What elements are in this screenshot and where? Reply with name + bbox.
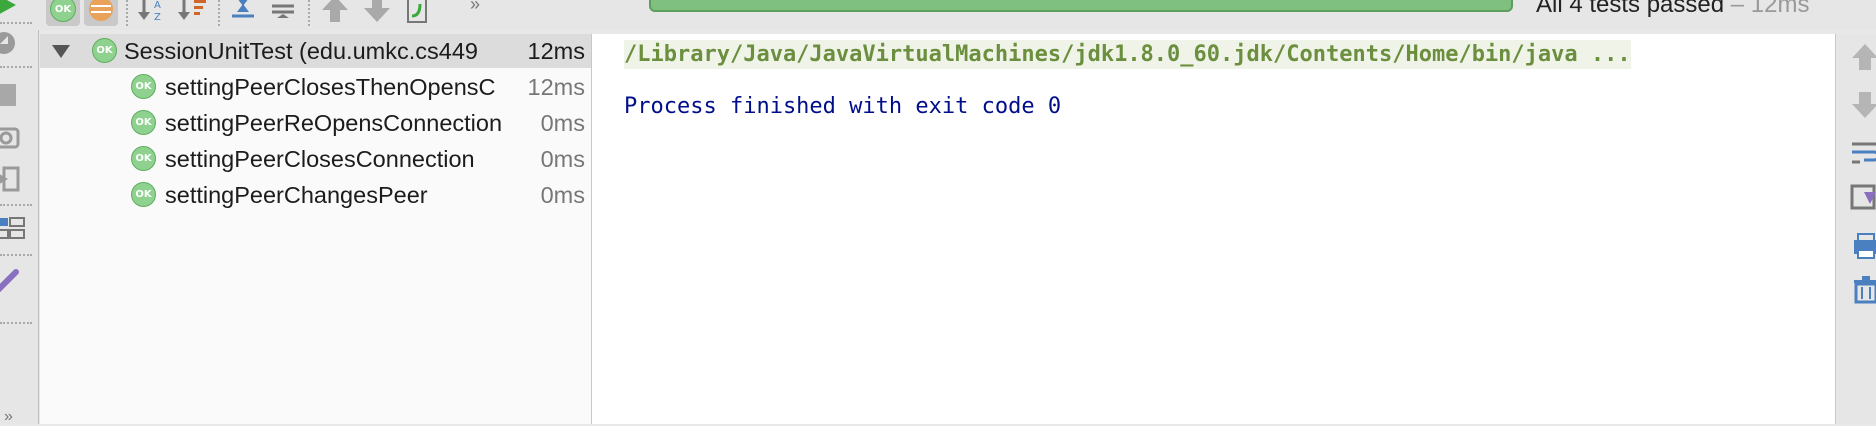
test-status-text: All 4 tests passed – 12ms — [1536, 0, 1809, 19]
test-time: 0ms — [540, 109, 585, 136]
tree-root-name: SessionUnitTest (edu.umkc.cs449 — [124, 37, 478, 64]
sort-alphabetically-icon[interactable]: AZ — [136, 0, 170, 26]
top-toolbar: OK AZ » All 4 tests passed – 12ms — [38, 0, 1876, 30]
console-command-line[interactable]: /Library/Java/JavaVirtualMachines/jdk1.8… — [624, 40, 1631, 69]
ok-badge-icon: OK — [131, 74, 156, 99]
test-tree: OK SessionUnitTest (edu.umkc.cs449 12ms … — [40, 34, 592, 424]
toolbar-divider — [0, 322, 32, 324]
console-output[interactable]: /Library/Java/JavaVirtualMachines/jdk1.8… — [592, 34, 1836, 424]
toolbar-divider — [218, 0, 220, 26]
status-duration: – 12ms — [1730, 0, 1810, 18]
tree-root-row[interactable]: OK SessionUnitTest (edu.umkc.cs449 12ms — [40, 34, 591, 68]
svg-text:Z: Z — [154, 12, 161, 23]
test-time: 0ms — [540, 181, 585, 208]
clear-all-icon[interactable] — [1850, 274, 1876, 304]
scroll-down-icon[interactable] — [1850, 90, 1876, 120]
right-toolbar — [1836, 34, 1876, 424]
print-icon[interactable] — [1850, 230, 1876, 260]
left-toolbar: » — [0, 0, 39, 426]
toolbar-divider — [0, 254, 32, 256]
stop-icon[interactable] — [0, 82, 20, 108]
toolbar-divider — [0, 204, 32, 206]
toolbar-divider — [0, 66, 32, 68]
toggle-auto-test-icon[interactable] — [0, 30, 20, 56]
expand-triangle-icon[interactable] — [52, 45, 70, 58]
console-exit-line: Process finished with exit code 0 — [624, 94, 1062, 119]
status-summary: All 4 tests passed — [1536, 0, 1725, 18]
test-name: settingPeerClosesConnection — [165, 145, 475, 172]
test-row[interactable]: OK settingPeerChangesPeer 0ms — [40, 178, 591, 212]
ok-badge-icon: OK — [92, 38, 117, 63]
test-name: settingPeerClosesThenOpensC — [165, 73, 496, 100]
ok-badge-icon: OK — [131, 182, 156, 207]
test-row[interactable]: OK settingPeerReOpensConnection 0ms — [40, 106, 591, 140]
test-time: 12ms — [527, 73, 585, 100]
scroll-to-end-icon[interactable] — [1850, 182, 1876, 212]
test-time: 0ms — [540, 145, 585, 172]
toolbar-divider — [0, 22, 32, 24]
ignored-icon — [89, 0, 113, 21]
soft-wrap-icon[interactable] — [1850, 138, 1876, 168]
tree-root-time: 12ms — [527, 37, 585, 64]
svg-text:A: A — [154, 0, 161, 11]
test-row[interactable]: OK settingPeerClosesThenOpensC 12ms — [40, 70, 591, 104]
camera-icon[interactable] — [0, 124, 20, 150]
ok-badge-icon: OK — [131, 146, 156, 171]
toolbar-divider — [308, 0, 310, 26]
export-results-icon[interactable] — [400, 0, 434, 26]
test-row[interactable]: OK settingPeerClosesConnection 0ms — [40, 142, 591, 176]
toolbar-divider — [126, 0, 128, 26]
sort-by-duration-icon[interactable] — [176, 0, 210, 26]
test-progress-bar — [649, 0, 1513, 12]
previous-failed-icon[interactable] — [318, 0, 352, 26]
expand-all-icon[interactable] — [226, 0, 260, 26]
ok-badge-icon: OK — [131, 110, 156, 135]
next-failed-icon[interactable] — [360, 0, 394, 26]
show-ignored-button[interactable] — [84, 0, 118, 26]
rerun-icon[interactable] — [0, 0, 20, 18]
ok-badge-icon: OK — [50, 0, 76, 22]
collapse-all-icon[interactable] — [266, 0, 300, 26]
scroll-up-icon[interactable] — [1850, 42, 1876, 72]
top-more-button[interactable]: » — [470, 0, 480, 15]
layout-icon[interactable] — [0, 216, 26, 242]
test-name: settingPeerReOpensConnection — [165, 109, 503, 136]
left-more-button[interactable]: » — [4, 408, 13, 426]
test-name: settingPeerChangesPeer — [165, 181, 428, 208]
export-icon[interactable] — [0, 166, 20, 192]
show-passed-button[interactable]: OK — [46, 0, 80, 26]
pin-icon[interactable] — [0, 268, 20, 294]
